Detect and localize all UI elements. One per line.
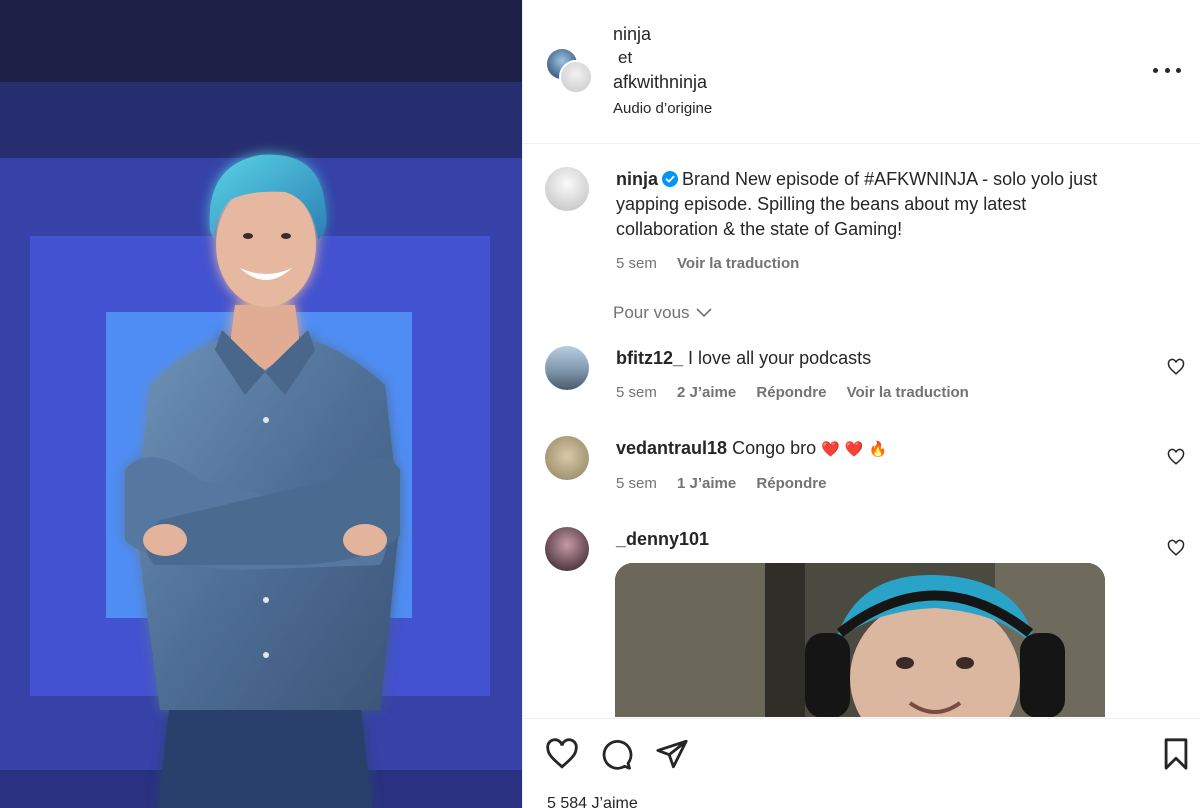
- comment-likes[interactable]: 2 J’aime: [677, 384, 736, 401]
- gif-frame-illustration: [615, 563, 1105, 717]
- caption-meta: 5 sem Voir la traduction: [616, 251, 1116, 276]
- comment-gif[interactable]: [615, 563, 1105, 717]
- caption-translate-link[interactable]: Voir la traduction: [677, 255, 799, 272]
- comment-body: bfitz12_ I love all your podcasts 5 sem …: [616, 346, 1185, 405]
- comment-meta: 5 sem 2 J’aime Répondre Voir la traducti…: [616, 380, 1185, 405]
- caption-body: ninja Brand New episode of #AFKWNINJA - s…: [616, 167, 1116, 276]
- post-header: ninja et afkwithninja Audio d’origine: [523, 0, 1200, 144]
- comment-like-heart-icon[interactable]: [1167, 448, 1185, 466]
- verified-badge-icon: [662, 171, 679, 187]
- person-illustration: [125, 154, 400, 808]
- comment-text: Congo bro: [732, 438, 817, 458]
- sort-label: Pour vous: [613, 303, 690, 322]
- comment-like-heart-icon[interactable]: [1167, 539, 1185, 557]
- caption-time[interactable]: 5 sem: [616, 255, 657, 272]
- comment-emoji-fire: 🔥: [868, 441, 888, 458]
- post-actions: 5 584 J’aime: [523, 718, 1200, 808]
- comment-translate-link[interactable]: Voir la traduction: [847, 384, 969, 401]
- comment-sort-dropdown[interactable]: Pour vous: [613, 303, 712, 323]
- comment-item: vedantraul18 Congo bro ❤️ ❤️ 🔥 5 sem 1 J…: [545, 436, 1185, 496]
- comment-username[interactable]: bfitz12_: [616, 348, 683, 368]
- comment-likes[interactable]: 1 J’aime: [677, 475, 736, 492]
- chevron-down-icon: [695, 308, 712, 318]
- avatar-bfitz12[interactable]: [545, 346, 589, 390]
- comment-item: _denny101: [545, 527, 1185, 571]
- comment-username[interactable]: _denny101: [616, 529, 709, 549]
- author-link-afkwithninja[interactable]: afkwithninja: [613, 70, 712, 94]
- comment-item: bfitz12_ I love all your podcasts 5 sem …: [545, 346, 1185, 405]
- caption-text: Brand New episode of #AFKWNINJA - solo y…: [616, 169, 1098, 239]
- author-link-ninja[interactable]: ninja: [613, 22, 712, 46]
- original-audio-link[interactable]: Audio d’origine: [613, 94, 712, 124]
- comment-reply-link[interactable]: Répondre: [756, 384, 826, 401]
- comment-body: _denny101: [616, 527, 1185, 552]
- more-horizontal-icon: [1164, 67, 1170, 73]
- avatar-afkwithninja[interactable]: [559, 60, 593, 94]
- comment-icon[interactable]: [599, 737, 633, 771]
- comment-reply-link[interactable]: Répondre: [756, 475, 826, 492]
- more-horizontal-icon: [1153, 67, 1158, 73]
- comment-emoji-heart: ❤️: [821, 441, 840, 458]
- post-caption: ninja Brand New episode of #AFKWNINJA - s…: [545, 167, 1145, 276]
- avatar-vedantraul18[interactable]: [545, 436, 589, 480]
- comment-meta: 5 sem 1 J’aime Répondre: [616, 471, 1185, 496]
- bookmark-icon[interactable]: [1159, 737, 1193, 771]
- header-authors: ninja et afkwithninja Audio d’origine: [613, 22, 712, 124]
- avatar-ninja-caption[interactable]: [545, 167, 589, 211]
- author-joiner: et: [618, 48, 633, 67]
- comment-time[interactable]: 5 sem: [616, 475, 657, 492]
- post-details-panel: ninja et afkwithninja Audio d’origine ni…: [522, 0, 1200, 808]
- comment-emoji-heart: ❤️: [844, 441, 864, 458]
- more-horizontal-icon: [1176, 67, 1181, 73]
- comments-feed[interactable]: ninja Brand New episode of #AFKWNINJA - s…: [523, 145, 1200, 717]
- post-media[interactable]: [0, 0, 522, 808]
- caption-username[interactable]: ninja: [616, 169, 658, 189]
- avatar-denny101[interactable]: [545, 527, 589, 571]
- comment-body: vedantraul18 Congo bro ❤️ ❤️ 🔥 5 sem 1 J…: [616, 436, 1185, 496]
- share-icon[interactable]: [655, 737, 689, 771]
- heart-icon[interactable]: [545, 737, 579, 771]
- comment-text: I love all your podcasts: [688, 348, 872, 368]
- more-options-button[interactable]: [1153, 58, 1181, 82]
- comment-time[interactable]: 5 sem: [616, 384, 657, 401]
- comment-like-heart-icon[interactable]: [1167, 358, 1185, 376]
- likes-count[interactable]: 5 584 J’aime: [547, 795, 638, 808]
- comment-username[interactable]: vedantraul18: [616, 438, 727, 458]
